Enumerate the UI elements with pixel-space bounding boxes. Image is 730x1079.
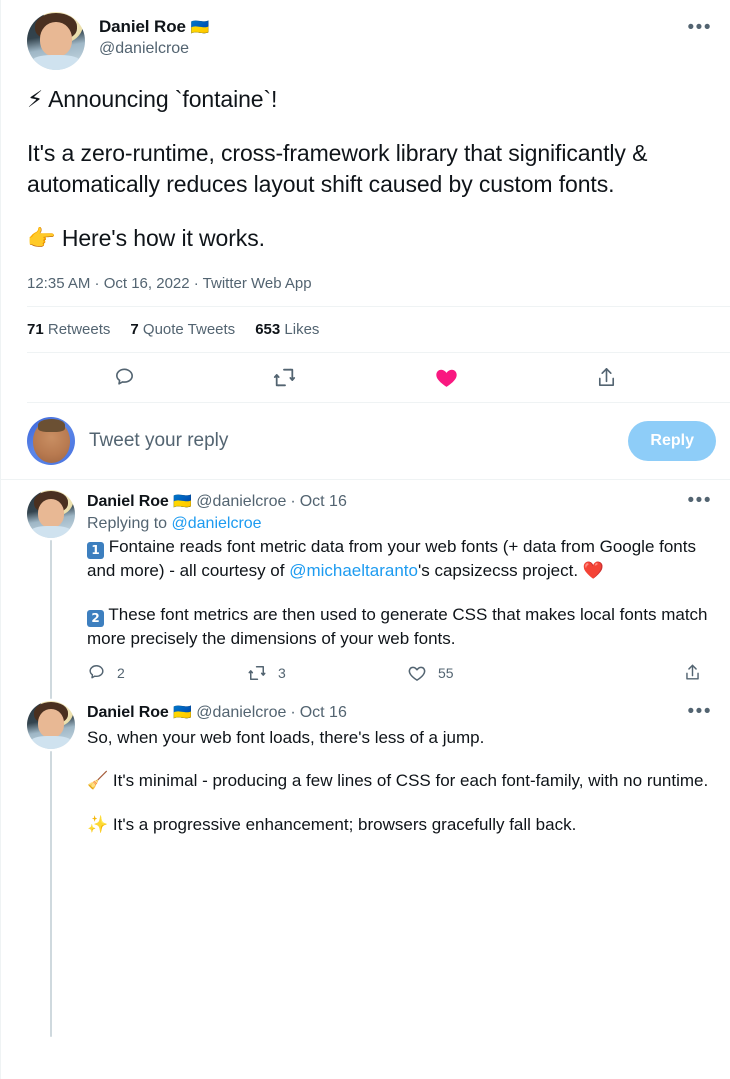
reply-paragraph-1: 1 Fontaine reads font metric data from y… [87,537,696,581]
ukraine-flag-icon: 🇺🇦 [173,492,192,511]
reply-date: Oct 16 [299,703,347,721]
avatar[interactable] [27,700,75,749]
tweet-text-line-1: ⚡ Announcing `fontaine`! [27,86,278,112]
reply-author-block[interactable]: Daniel Roe 🇺🇦 @danielcroe · Oct 16 [87,703,684,724]
reply-composer: Tweet your reply Reply [1,403,730,479]
engagement-stats: 71 Retweets 7 Quote Tweets 653 Likes [27,307,716,352]
tweet-text-line-3: 👉 Here's how it works. [27,225,265,252]
thread-connector-line [50,540,52,699]
avatar[interactable] [27,12,85,70]
author-name: Daniel Roe 🇺🇦 [99,17,210,36]
reply-header: Daniel Roe 🇺🇦 @danielcroe · Oct 16 ••• [87,702,716,724]
separator-dot: · [290,493,296,511]
reply-action-share[interactable] [683,663,702,682]
main-tweet: Daniel Roe 🇺🇦 @danielcroe ••• ⚡ Announci… [1,0,730,306]
number-badge-1: 1 [87,542,104,560]
reply-paragraph-1: So, when your web font loads, there's le… [87,727,485,747]
reply-date: Oct 16 [299,493,347,511]
reply-action-reply[interactable]: 2 [87,663,247,682]
reply-action-retweet[interactable]: 3 [247,663,407,683]
reply-content: Daniel Roe 🇺🇦 @danielcroe · Oct 16 ••• So,… [87,701,716,837]
reply-paragraph-2: 2 These font metrics are then used to ge… [87,605,708,649]
reply-input[interactable]: Tweet your reply [89,430,628,452]
reply-author-name: Daniel Roe [87,703,169,721]
ukraine-flag-icon: 🇺🇦 [190,18,210,36]
ukraine-flag-icon: 🇺🇦 [173,702,192,721]
reply-tweet: Daniel Roe 🇺🇦 @danielcroe · Oct 16 ••• Rep… [1,480,730,699]
reply-author-handle: @danielcroe [196,703,287,721]
tweet-text-line-2: It's a zero-runtime, cross-framework lib… [27,140,654,197]
reply-avatar-column [27,490,75,699]
stat-retweets[interactable]: 71 Retweets [27,321,110,338]
reply-author-block[interactable]: Daniel Roe 🇺🇦 @danielcroe · Oct 16 [87,492,684,513]
stat-quote-tweets[interactable]: 7 Quote Tweets [130,321,235,338]
tweet-detail-page: Daniel Roe 🇺🇦 @danielcroe ••• ⚡ Announci… [0,0,730,1079]
reply-avatar-column [27,700,75,1038]
separator-dot: · [290,703,296,721]
tweet-timestamp[interactable]: 12:35 AM · Oct 16, 2022 · Twitter Web Ap… [27,253,716,306]
more-options-icon[interactable]: ••• [684,702,716,721]
more-options-icon[interactable]: ••• [684,12,716,37]
mention-michaeltaranto[interactable]: @michaeltaranto [289,561,418,580]
share-icon[interactable] [595,366,618,389]
reply-content: Daniel Roe 🇺🇦 @danielcroe · Oct 16 ••• Rep… [87,490,716,686]
engagement-stats-wrap: 71 Retweets 7 Quote Tweets 653 Likes [1,307,730,352]
replying-to-line: Replying to @danielcroe [87,515,262,533]
like-count: 55 [438,664,454,681]
reply-author-handle: @danielcroe [196,493,287,511]
main-tweet-body: ⚡ Announcing `fontaine`! It's a zero-run… [27,70,716,253]
retweet-count: 3 [278,664,286,681]
main-tweet-actions [1,353,730,402]
reply-header: Daniel Roe 🇺🇦 @danielcroe · Oct 16 ••• [87,491,716,513]
number-badge-2: 2 [87,610,104,628]
reply-tweet: Daniel Roe 🇺🇦 @danielcroe · Oct 16 ••• So,… [1,687,730,1038]
reply-actions: 2 3 55 [87,663,716,687]
reply-paragraph-2: 🧹 It's minimal - producing a few lines o… [87,771,709,791]
author-block[interactable]: Daniel Roe 🇺🇦 @danielcroe [99,12,684,60]
author-handle: @danielcroe [99,40,190,58]
avatar[interactable] [27,490,75,539]
retweet-icon[interactable] [272,365,297,390]
replying-to-mention[interactable]: @danielcroe [172,515,262,532]
reply-action-like[interactable]: 55 [407,663,567,683]
reply-count: 2 [117,664,125,681]
like-icon-filled[interactable] [434,365,459,390]
more-options-icon[interactable]: ••• [684,491,716,510]
reply-paragraph-3: ✨ It's a progressive enhancement; browse… [87,815,577,835]
current-user-avatar[interactable] [27,417,75,466]
reply-icon[interactable] [113,366,136,389]
main-tweet-header: Daniel Roe 🇺🇦 @danielcroe ••• [27,12,716,70]
reply-author-name: Daniel Roe [87,493,169,511]
thread-connector-line [50,750,52,1038]
stat-likes[interactable]: 653 Likes [255,321,319,338]
reply-submit-button[interactable]: Reply [628,421,716,462]
